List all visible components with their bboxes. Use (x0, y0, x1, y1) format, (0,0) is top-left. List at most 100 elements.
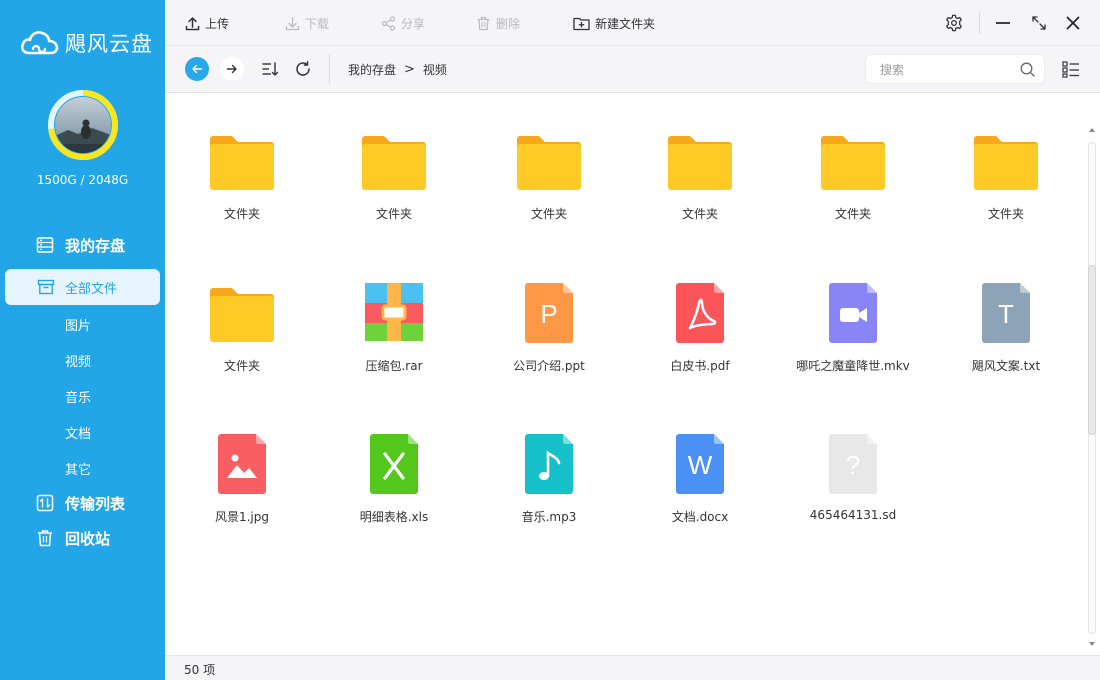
file-item[interactable]: 压缩包.rar (334, 283, 454, 393)
nav-images[interactable]: 图片 (65, 315, 91, 334)
upload-icon (185, 16, 200, 30)
file-item[interactable]: 音乐.mp3 (489, 434, 609, 544)
rar-icon (334, 283, 454, 341)
file-item[interactable]: P 公司介绍.ppt (489, 283, 609, 393)
folder-item[interactable]: 文件夹 (946, 131, 1066, 241)
folder-item[interactable]: 文件夹 (793, 131, 913, 241)
file-item[interactable]: W 文档.docx (640, 434, 760, 544)
sort-button[interactable] (259, 58, 281, 80)
trash-icon (477, 16, 490, 30)
file-item[interactable]: 明细表格.xls (334, 434, 454, 544)
nav-other[interactable]: 其它 (65, 459, 91, 478)
forward-button[interactable] (220, 57, 244, 81)
folder-item[interactable]: 文件夹 (182, 283, 302, 393)
nav-transfer-list[interactable]: 传输列表 (0, 485, 165, 521)
file-name: 明细表格.xls (359, 510, 429, 524)
file-item[interactable]: 白皮书.pdf (640, 283, 760, 393)
video-icon (793, 283, 913, 343)
scrollbar[interactable] (1085, 120, 1099, 655)
scroll-up-icon[interactable] (1088, 126, 1096, 134)
breadcrumb: 我的存盘 > 视频 (348, 46, 447, 93)
maximize-button[interactable] (1027, 11, 1051, 35)
share-icon (381, 15, 396, 31)
nav-recycle-label: 回收站 (65, 529, 111, 548)
folder-icon (946, 135, 1066, 191)
svg-text:?: ? (846, 450, 860, 480)
refresh-icon (296, 61, 310, 76)
file-name: 文件夹 (223, 207, 260, 221)
nav-my-disk-label: 我的存盘 (65, 236, 126, 255)
sort-icon (262, 62, 279, 76)
folder-item[interactable]: 文件夹 (182, 131, 302, 241)
app-window: 飓风云盘 1500G / 2048G 我的存盘 全部文件 图片 视频 音乐 文档… (0, 0, 1100, 680)
nav-documents[interactable]: 文档 (65, 423, 91, 442)
navbar-divider (329, 54, 330, 84)
nav-music[interactable]: 音乐 (65, 387, 91, 406)
delete-label: 删除 (496, 16, 521, 31)
share-button[interactable]: 分享 (381, 0, 425, 46)
navigation-bar: 我的存盘 > 视频 (165, 46, 1100, 93)
file-name: 白皮书.pdf (670, 359, 730, 373)
file-name: 飓风文案.txt (971, 359, 1041, 373)
file-item[interactable]: ? 465464131.sd (793, 434, 913, 544)
list-view-icon[interactable] (1062, 60, 1080, 78)
file-name: 风景1.jpg (214, 510, 270, 524)
folder-icon (182, 135, 302, 191)
breadcrumb-item-current[interactable]: 视频 (423, 61, 447, 78)
back-button[interactable] (185, 57, 209, 81)
search-icon[interactable] (1019, 61, 1036, 78)
nav-recycle-bin[interactable]: 回收站 (0, 520, 165, 556)
status-bar: 50 项 (165, 655, 1100, 680)
app-logo: 飓风云盘 (19, 28, 153, 58)
item-count: 50 项 (184, 663, 216, 677)
download-button[interactable]: 下载 (285, 0, 329, 46)
new-folder-icon (573, 17, 590, 30)
close-icon (1066, 16, 1080, 30)
refresh-button[interactable] (292, 58, 314, 80)
nav-my-disk[interactable]: 我的存盘 (0, 227, 165, 263)
upload-label: 上传 (205, 16, 230, 31)
sidebar: 飓风云盘 1500G / 2048G 我的存盘 全部文件 图片 视频 音乐 文档… (0, 0, 165, 680)
file-item[interactable]: 风景1.jpg (182, 434, 302, 544)
file-name: 文件夹 (834, 207, 871, 221)
disk-icon (36, 236, 54, 254)
folder-item[interactable]: 文件夹 (334, 131, 454, 241)
scrollbar-thumb[interactable] (1088, 265, 1096, 435)
file-grid: 文件夹 文件夹 文件夹 文件夹 文件夹 文件夹 文件夹 压缩包.rar P 公司介绍.ppt 白皮书… (165, 93, 1100, 655)
svg-text:P: P (540, 299, 557, 329)
nav-all-files-label: 全部文件 (65, 281, 118, 297)
arrow-right-icon (226, 64, 237, 74)
file-name: 压缩包.rar (365, 359, 423, 373)
settings-button[interactable] (942, 11, 966, 35)
avatar[interactable] (48, 90, 118, 160)
file-name: 文件夹 (681, 207, 718, 221)
close-button[interactable] (1061, 11, 1085, 35)
upload-button[interactable]: 上传 (185, 0, 229, 46)
download-icon (285, 16, 300, 30)
toolbar-divider (979, 12, 980, 34)
file-item[interactable]: T 飓风文案.txt (946, 283, 1066, 393)
scroll-down-icon[interactable] (1088, 640, 1096, 648)
folder-icon (182, 287, 302, 343)
transfer-icon (36, 494, 54, 512)
nav-all-files[interactable]: 全部文件 (5, 269, 160, 305)
pdf-icon (640, 283, 760, 343)
audio-icon (489, 434, 609, 494)
file-item[interactable]: 哪吒之魔童降世.mkv (793, 283, 913, 393)
folder-item[interactable]: 文件夹 (489, 131, 609, 241)
breadcrumb-item-root[interactable]: 我的存盘 (348, 61, 396, 78)
nav-videos[interactable]: 视频 (65, 351, 91, 370)
doc-icon: W (640, 434, 760, 494)
new-folder-button[interactable]: 新建文件夹 (573, 0, 655, 46)
toolbar: 上传 下载 分享 删除 新建文件夹 (165, 0, 1100, 46)
unknown-file-icon: ? (793, 434, 913, 494)
folder-icon (489, 135, 609, 191)
delete-button[interactable]: 删除 (476, 0, 520, 46)
minimize-button[interactable] (991, 11, 1015, 35)
search-input[interactable] (880, 61, 1010, 79)
file-name: 文件夹 (375, 207, 412, 221)
gear-icon (946, 14, 962, 32)
folder-item[interactable]: 文件夹 (640, 131, 760, 241)
image-icon (182, 434, 302, 494)
search-box (865, 54, 1045, 84)
